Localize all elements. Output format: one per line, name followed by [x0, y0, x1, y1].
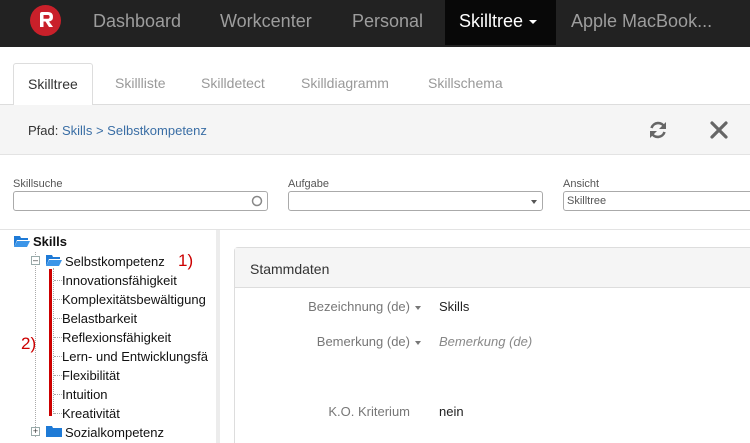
panel-header: Stammdaten: [235, 248, 750, 288]
tree-leaf[interactable]: Kreativität: [62, 406, 120, 421]
task-label: Aufgabe: [288, 178, 329, 190]
tree-leaf[interactable]: Intuition: [62, 387, 108, 402]
breadcrumb-link-skills[interactable]: Skills: [62, 123, 92, 138]
tree-leaf[interactable]: Belastbarkeit: [62, 311, 137, 326]
field-label-ko: K.O. Kriterium: [328, 404, 410, 419]
annotation-marker-2: 2): [21, 334, 37, 353]
top-navbar: Dashboard Workcenter Personal Skilltree …: [0, 0, 750, 47]
tab-skillschema[interactable]: Skillschema: [428, 63, 503, 105]
field-label-remark[interactable]: Bemerkung (de): [317, 334, 421, 349]
tab-skilltree[interactable]: Skilltree: [13, 63, 93, 106]
task-select[interactable]: [288, 191, 543, 211]
tree-node-selbstkompetenz[interactable]: Selbstkompetenz: [65, 254, 165, 269]
search-label: Skillsuche: [13, 178, 63, 190]
field-value-remark[interactable]: Bemerkung (de): [439, 334, 532, 349]
breadcrumb-separator: >: [95, 123, 104, 138]
caret-down-icon: [529, 20, 538, 25]
tree-leaf[interactable]: Flexibilität: [62, 368, 120, 383]
nav-dashboard[interactable]: Dashboard: [93, 0, 181, 45]
tree-leaf[interactable]: Reflexionsfähigkeit: [62, 330, 171, 345]
skill-search-input[interactable]: [13, 191, 268, 211]
field-label-name[interactable]: Bezeichnung (de): [308, 299, 421, 314]
nav-personal[interactable]: Personal: [352, 0, 423, 45]
tab-skilldiagramm[interactable]: Skilldiagramm: [301, 63, 389, 105]
panel-title: Stammdaten: [250, 261, 330, 277]
close-icon[interactable]: [708, 119, 730, 141]
refresh-icon[interactable]: [647, 119, 669, 141]
field-label-name-text: Bezeichnung (de): [308, 299, 410, 314]
path-bar: Pfad: Skills > Selbstkompetenz: [0, 105, 750, 155]
caret-down-icon: [415, 305, 421, 310]
tree-leaf[interactable]: Lern- und Entwicklungsfä: [62, 349, 208, 364]
tree-guide: [53, 268, 54, 414]
chevron-down-icon: [531, 200, 537, 204]
tree-node-sozialkompetenz[interactable]: Sozialkompetenz: [65, 425, 164, 440]
field-value-name[interactable]: Skills: [439, 299, 469, 314]
collapse-toggle-icon[interactable]: –: [31, 256, 40, 265]
nav-skilltree-label: Skilltree: [459, 11, 524, 31]
folder-open-icon: [14, 236, 30, 247]
tab-skilldetect[interactable]: Skilldetect: [201, 63, 265, 105]
nav-workcenter[interactable]: Workcenter: [220, 0, 312, 45]
splitter[interactable]: [216, 230, 220, 443]
view-select[interactable]: Skilltree: [563, 191, 750, 211]
view-label: Ansicht: [563, 178, 600, 190]
breadcrumb: Pfad: Skills > Selbstkompetenz: [28, 123, 207, 138]
field-value-ko[interactable]: nein: [439, 404, 464, 419]
annotation-bracket: [49, 269, 52, 416]
detail-panel: Stammdaten Bezeichnung (de) Skills Bemer…: [234, 247, 750, 443]
expand-toggle-icon[interactable]: +: [31, 427, 40, 436]
nav-skilltree[interactable]: Skilltree: [445, 0, 556, 45]
nav-device[interactable]: Apple MacBook...: [571, 0, 712, 45]
tab-bar: Skilltree Skillliste Skilldetect Skilldi…: [0, 47, 750, 106]
field-label-remark-text: Bemerkung (de): [316, 334, 410, 349]
tree-leaf[interactable]: Innovationsfähigkeit: [62, 273, 177, 288]
annotation-marker-1: 1): [178, 251, 194, 270]
folder-icon: [46, 426, 62, 437]
folder-open-icon: [46, 255, 62, 266]
tree-leaf[interactable]: Komplexitätsbewältigung: [62, 292, 206, 307]
breadcrumb-link-selbstkompetenz[interactable]: Selbstkompetenz: [107, 123, 207, 138]
tree-node-skills[interactable]: Skills: [33, 234, 67, 249]
view-select-value: Skilltree: [567, 195, 607, 207]
caret-down-icon: [415, 340, 421, 345]
brand-logo-icon[interactable]: [30, 5, 61, 36]
search-icon[interactable]: [251, 195, 263, 207]
tab-skillliste[interactable]: Skillliste: [115, 63, 166, 105]
breadcrumb-label: Pfad:: [28, 123, 59, 138]
